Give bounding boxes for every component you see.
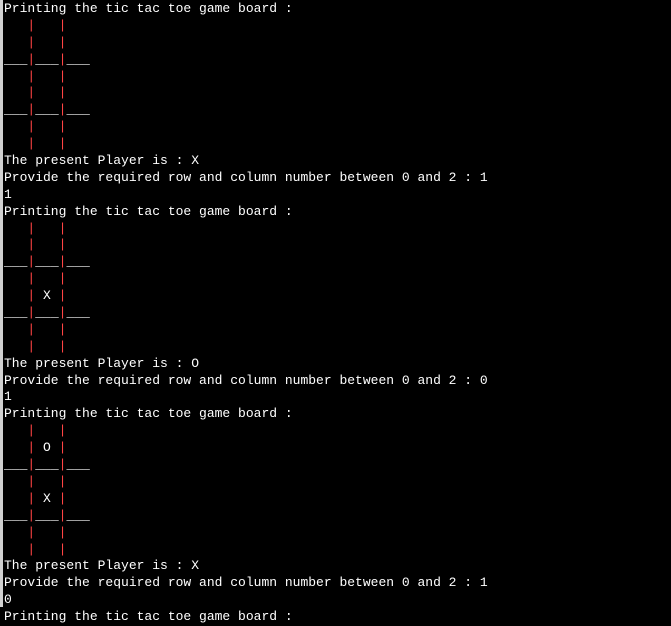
board-line: | | bbox=[4, 119, 670, 136]
board-line: | | bbox=[4, 18, 670, 35]
prompt-line: Provide the required row and column numb… bbox=[4, 575, 670, 592]
board-line: | | bbox=[4, 221, 670, 238]
input-line[interactable]: 1 bbox=[4, 389, 670, 406]
board-line: | | bbox=[4, 237, 670, 254]
board-header: Printing the tic tac toe game board : bbox=[4, 609, 670, 626]
player-line: The present Player is : X bbox=[4, 153, 670, 170]
board-line: | | bbox=[4, 136, 670, 153]
prompt-line: Provide the required row and column numb… bbox=[4, 373, 670, 390]
board-line: ___|___|___ bbox=[4, 52, 670, 69]
board-line: | | bbox=[4, 85, 670, 102]
board-line: ___|___|___ bbox=[4, 102, 670, 119]
board-line: | | bbox=[4, 542, 670, 559]
board-line: ___|___|___ bbox=[4, 508, 670, 525]
board-line: | X | bbox=[4, 288, 670, 305]
board-line: | O | bbox=[4, 440, 670, 457]
board-header: Printing the tic tac toe game board : bbox=[4, 204, 670, 221]
board-header: Printing the tic tac toe game board : bbox=[4, 406, 670, 423]
input-line[interactable]: 1 bbox=[4, 187, 670, 204]
board-line: | | bbox=[4, 423, 670, 440]
terminal-output: Printing the tic tac toe game board : | … bbox=[4, 1, 670, 626]
board-line: | | bbox=[4, 69, 670, 86]
board-line: | X | bbox=[4, 491, 670, 508]
board-line: ___|___|___ bbox=[4, 457, 670, 474]
board-line: | | bbox=[4, 35, 670, 52]
board-line: | | bbox=[4, 474, 670, 491]
board-line: ___|___|___ bbox=[4, 305, 670, 322]
board-line: | | bbox=[4, 525, 670, 542]
board-line: | | bbox=[4, 322, 670, 339]
board-line: ___|___|___ bbox=[4, 254, 670, 271]
board-header: Printing the tic tac toe game board : bbox=[4, 1, 670, 18]
player-line: The present Player is : X bbox=[4, 558, 670, 575]
board-line: | | bbox=[4, 339, 670, 356]
player-line: The present Player is : O bbox=[4, 356, 670, 373]
board-line: | | bbox=[4, 271, 670, 288]
prompt-line: Provide the required row and column numb… bbox=[4, 170, 670, 187]
